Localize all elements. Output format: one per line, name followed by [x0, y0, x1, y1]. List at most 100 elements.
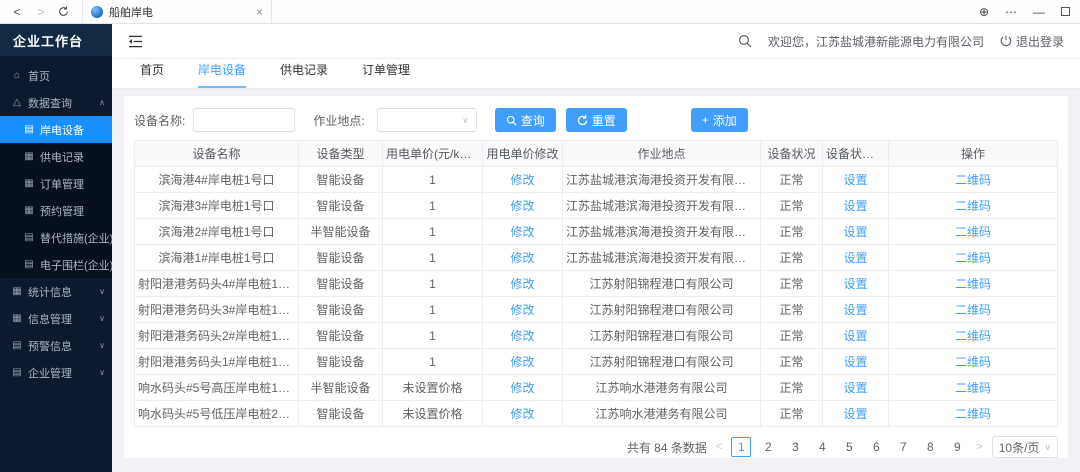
- page-2[interactable]: 2: [758, 437, 778, 457]
- browser-refresh-icon[interactable]: [58, 6, 72, 17]
- sidebar-item-label: 首页: [28, 68, 50, 84]
- modify-link[interactable]: 修改: [510, 381, 534, 395]
- tab-供电记录[interactable]: 供电记录: [280, 61, 328, 88]
- page-6[interactable]: 6: [866, 437, 886, 457]
- setting-link[interactable]: 设置: [843, 407, 867, 421]
- cell: 江苏射阳锦程港口有限公司: [563, 271, 761, 297]
- globe-icon[interactable]: ⊕: [979, 5, 989, 19]
- logout-button[interactable]: 退出登录: [1000, 33, 1064, 50]
- modify-link[interactable]: 修改: [510, 407, 534, 421]
- sidebar-item-label: 统计信息: [28, 284, 72, 300]
- modify-link[interactable]: 修改: [510, 251, 534, 265]
- page-5[interactable]: 5: [839, 437, 859, 457]
- setting-link[interactable]: 设置: [843, 381, 867, 395]
- tab-首页[interactable]: 首页: [140, 61, 164, 88]
- modify-link[interactable]: 修改: [510, 173, 534, 187]
- minimize-icon[interactable]: —: [1033, 5, 1045, 19]
- qrcode-link[interactable]: 二维码: [955, 407, 991, 421]
- table-row: 滨海港2#岸电桩1号口半智能设备1修改江苏盐城港滨海港投资开发有限公司正常设置二…: [135, 219, 1058, 245]
- device-name-input[interactable]: [193, 108, 295, 132]
- fence-icon: ▤: [23, 259, 35, 270]
- search-button[interactable]: 查询: [495, 108, 556, 132]
- browser-back-icon[interactable]: <: [10, 5, 24, 19]
- setting-link[interactable]: 设置: [843, 251, 867, 265]
- sidebar-item-order-management[interactable]: ▦订单管理: [0, 170, 112, 197]
- modify-link[interactable]: 修改: [510, 199, 534, 213]
- qrcode-link[interactable]: 二维码: [955, 381, 991, 395]
- main-area: 欢迎您，江苏盐城港新能源电力有限公司 退出登录 首页 岸电设备 供电记录 订单管理 设…: [112, 24, 1080, 472]
- sidebar-item-enterprise-management[interactable]: ▤企业管理∨: [0, 359, 112, 386]
- modify-link[interactable]: 修改: [510, 329, 534, 343]
- sidebar-item-info-management[interactable]: ▦信息管理∨: [0, 305, 112, 332]
- sidebar-item-alternative-measures[interactable]: ▤替代措施(企业): [0, 224, 112, 251]
- modify-link[interactable]: 修改: [510, 355, 534, 369]
- setting-link[interactable]: 设置: [843, 355, 867, 369]
- page-7[interactable]: 7: [893, 437, 913, 457]
- pagination: 共有 84 条数据 < 123456789 > 10条/页 ∨: [134, 436, 1058, 458]
- qrcode-link[interactable]: 二维码: [955, 355, 991, 369]
- setting-link[interactable]: 设置: [843, 225, 867, 239]
- column-header: 操作: [889, 141, 1058, 167]
- page-3[interactable]: 3: [785, 437, 805, 457]
- page-8[interactable]: 8: [920, 437, 940, 457]
- next-page-icon[interactable]: >: [974, 441, 984, 453]
- column-header: 用电单价(元/kW·h): [383, 141, 483, 167]
- sidebar-item-home[interactable]: ⌂首页: [0, 62, 112, 89]
- browser-tab[interactable]: 船舶岸电 ×: [82, 0, 272, 24]
- sidebar-item-statistics-info[interactable]: ▦统计信息∨: [0, 278, 112, 305]
- cell: 智能设备: [299, 193, 383, 219]
- cell: 1: [383, 271, 483, 297]
- setting-link[interactable]: 设置: [843, 277, 867, 291]
- location-select[interactable]: ∨: [377, 108, 477, 132]
- add-button[interactable]: + 添加: [691, 108, 748, 132]
- tab-订单管理[interactable]: 订单管理: [362, 61, 410, 88]
- device-icon: ▤: [23, 124, 35, 135]
- qrcode-link[interactable]: 二维码: [955, 199, 991, 213]
- sidebar-item-label: 数据查询: [28, 95, 72, 111]
- restore-window-icon[interactable]: [1061, 7, 1070, 16]
- sidebar-item-label: 岸电设备: [40, 122, 84, 138]
- setting-link[interactable]: 设置: [843, 199, 867, 213]
- cell: 未设置价格: [383, 375, 483, 401]
- setting-link[interactable]: 设置: [843, 329, 867, 343]
- prev-page-icon[interactable]: <: [714, 441, 724, 453]
- browser-forward-icon[interactable]: >: [34, 5, 48, 19]
- device-name-label: 设备名称:: [134, 112, 185, 129]
- qrcode-link[interactable]: 二维码: [955, 225, 991, 239]
- qrcode-link[interactable]: 二维码: [955, 277, 991, 291]
- sidebar-item-data-query[interactable]: △数据查询∧: [0, 89, 112, 116]
- qrcode-link[interactable]: 二维码: [955, 251, 991, 265]
- topbar: 欢迎您，江苏盐城港新能源电力有限公司 退出登录: [112, 24, 1080, 58]
- cell: 江苏响水港港务有限公司: [563, 401, 761, 427]
- enterprise-icon: ▤: [11, 367, 23, 378]
- page-1[interactable]: 1: [731, 437, 751, 457]
- setting-link[interactable]: 设置: [843, 303, 867, 317]
- cell: 响水码头#5号低压岸电桩2号口: [135, 401, 299, 427]
- tab-岸电设备[interactable]: 岸电设备: [198, 61, 246, 88]
- search-icon[interactable]: [738, 34, 752, 48]
- reset-button[interactable]: 重置: [566, 108, 627, 132]
- page-size-select[interactable]: 10条/页 ∨: [992, 436, 1058, 458]
- cell: 智能设备: [299, 297, 383, 323]
- tab-close-icon[interactable]: ×: [256, 5, 263, 19]
- qrcode-link[interactable]: 二维码: [955, 173, 991, 187]
- sidebar-item-shore-power-device[interactable]: ▤ 岸电设备: [0, 116, 112, 143]
- qrcode-link[interactable]: 二维码: [955, 303, 991, 317]
- more-options-icon[interactable]: ⋯: [1005, 5, 1017, 19]
- cell: 智能设备: [299, 245, 383, 271]
- setting-link[interactable]: 设置: [843, 173, 867, 187]
- modify-link[interactable]: 修改: [510, 225, 534, 239]
- sidebar-item-warning-info[interactable]: ▤预警信息∨: [0, 332, 112, 359]
- modify-link[interactable]: 修改: [510, 277, 534, 291]
- sidebar-item-power-supply-record[interactable]: ▦供电记录: [0, 143, 112, 170]
- plus-icon: +: [702, 113, 709, 127]
- sidebar-item-electronic-fence[interactable]: ▤电子围栏(企业): [0, 251, 112, 278]
- cell: 智能设备: [299, 323, 383, 349]
- page-9[interactable]: 9: [947, 437, 967, 457]
- sidebar-item-reservation-management[interactable]: ▦预约管理: [0, 197, 112, 224]
- cell: 正常: [761, 375, 823, 401]
- qrcode-link[interactable]: 二维码: [955, 329, 991, 343]
- modify-link[interactable]: 修改: [510, 303, 534, 317]
- page-4[interactable]: 4: [812, 437, 832, 457]
- sidebar-fold-icon[interactable]: [128, 35, 143, 48]
